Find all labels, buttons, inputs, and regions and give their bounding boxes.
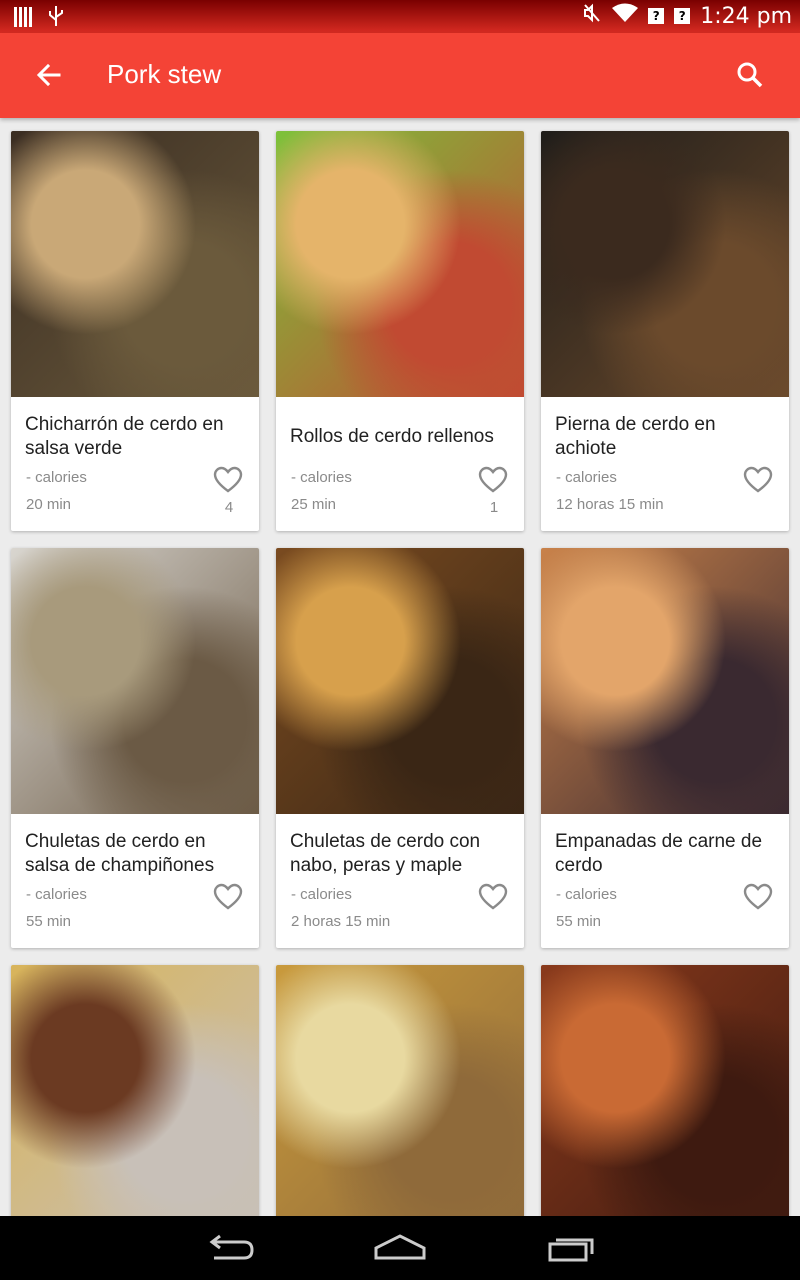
recipe-card[interactable]: Chuletas de cerdo en salsa de champiñone… [11, 548, 259, 948]
heart-icon[interactable] [743, 466, 773, 494]
back-nav-icon[interactable] [200, 1230, 260, 1266]
like-count: 1 [489, 499, 499, 516]
heart-icon[interactable] [213, 883, 243, 911]
app-bar: Pork stew [0, 33, 800, 118]
home-nav-icon[interactable] [370, 1230, 430, 1266]
sim-icon [14, 7, 32, 31]
back-arrow-icon[interactable] [30, 55, 70, 95]
recipe-name: Chuletas de cerdo en salsa de champiñone… [25, 831, 215, 876]
recipe-time: 55 min [26, 913, 72, 930]
recipe-photo[interactable] [541, 965, 789, 1225]
recipe-photo[interactable] [11, 131, 259, 397]
recents-nav-icon[interactable] [540, 1230, 600, 1266]
recipe-time: 12 horas 15 min [556, 496, 664, 513]
recipe-calories: - calories [556, 886, 617, 903]
recipe-time: 20 min [26, 496, 72, 513]
recipe-photo[interactable] [276, 965, 524, 1225]
recipe-name: Chuletas de cerdo con nabo, peras y mapl… [290, 831, 481, 876]
recipe-card[interactable] [11, 965, 259, 1225]
recipe-photo[interactable] [11, 965, 259, 1225]
recipe-card[interactable]: Pierna de cerdo en achiote - calories 12… [541, 131, 789, 531]
recipe-calories: - calories [26, 886, 87, 903]
usb-icon [48, 6, 64, 32]
recipe-photo[interactable] [11, 548, 259, 814]
battery-unknown-icon: ? [674, 8, 691, 24]
recipe-time: 2 horas 15 min [291, 913, 391, 930]
recipe-card[interactable]: Rollos de cerdo rellenos - calories 25 m… [276, 131, 524, 531]
page-title: Pork stew [107, 59, 222, 89]
recipe-calories: - calories [291, 886, 352, 903]
signal-unknown-icon: ? [648, 8, 665, 24]
heart-icon[interactable] [743, 883, 773, 911]
heart-icon[interactable] [478, 883, 508, 911]
recipe-calories: - calories [291, 469, 352, 486]
mute-icon [582, 2, 602, 30]
recipe-photo[interactable] [541, 548, 789, 814]
recipe-photo[interactable] [276, 548, 524, 814]
recipe-card[interactable] [276, 965, 524, 1225]
heart-icon[interactable] [478, 466, 508, 494]
recipe-name: Chicharrón de cerdo en salsa verde [25, 414, 224, 459]
status-bar: ? ? 1:24 pm [0, 0, 800, 33]
recipe-photo[interactable] [276, 131, 524, 397]
recipe-card[interactable]: Empanadas de carne de cerdo - calories 5… [541, 548, 789, 948]
recipe-time: 55 min [556, 913, 602, 930]
recipe-photo[interactable] [541, 131, 789, 397]
recipe-name: Pierna de cerdo en achiote [555, 414, 716, 459]
wifi-icon [612, 3, 639, 29]
status-time: 1:24 pm [700, 3, 792, 29]
recipe-calories: - calories [26, 469, 87, 486]
heart-icon[interactable] [213, 466, 243, 494]
recipe-time: 25 min [291, 496, 337, 513]
search-icon[interactable] [730, 55, 770, 95]
recipe-name: Empanadas de carne de cerdo [555, 831, 763, 876]
recipe-name: Rollos de cerdo rellenos [290, 426, 494, 447]
system-nav-bar [0, 1216, 800, 1280]
like-count: 4 [224, 499, 234, 516]
recipe-card[interactable]: Chuletas de cerdo con nabo, peras y mapl… [276, 548, 524, 948]
recipe-calories: - calories [556, 469, 617, 486]
recipe-card[interactable] [541, 965, 789, 1225]
recipe-card[interactable]: Chicharrón de cerdo en salsa verde - cal… [11, 131, 259, 531]
